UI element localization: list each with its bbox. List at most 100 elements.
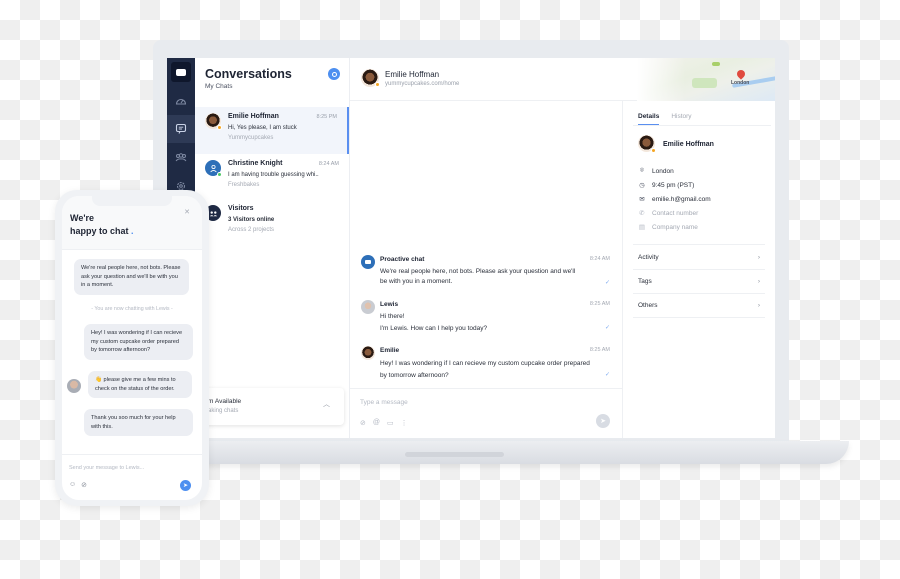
company-field[interactable]: ▤ Company name [638,223,698,232]
conversation-time: 8:24 AM [318,161,339,167]
chevron-up-icon[interactable]: ︿ [323,399,330,409]
composer-tools: ⊘ @ ▭ ⋮ [360,419,408,427]
section-tags[interactable]: Tags › [638,278,760,285]
location-pin-icon: ⌾ [640,167,644,174]
mail-icon: ✉ [639,196,645,203]
map-park [692,78,717,88]
map-pin-icon [735,68,747,80]
send-icon: ➤ [600,418,606,425]
section-activity[interactable]: Activity › [638,254,760,261]
close-icon[interactable]: ✕ [184,208,190,216]
section-label: Others [638,302,658,309]
email-value[interactable]: emilie.h@gmail.com [652,196,711,203]
section-others[interactable]: Others › [638,302,760,309]
visitors-icon[interactable] [167,144,195,172]
tab-details[interactable]: Details [638,113,660,125]
details-tabs: Details History [638,113,692,125]
my-chats-label[interactable]: My Chats [205,83,232,90]
attachment-icon[interactable]: ⊘ [81,481,87,489]
location-map: London [637,58,775,101]
search-icon [331,71,337,77]
chat-panel: Emilie Hoffman yummycupcakes.com/home Pr… [350,58,775,438]
conversation-item-christine[interactable]: Christine Knight 8:24 AM I am having tro… [195,154,349,201]
read-check-icon: ✓ [604,280,610,286]
visitor-bubble: Hey! I was wondering if I can recieve my… [84,324,193,360]
time-field: ◷ 9:45 pm (PST) [638,181,694,190]
message-input[interactable] [360,399,560,406]
laptop-notch [405,452,504,457]
widget-title-dot: . [131,226,134,236]
dashboard-icon[interactable] [167,87,195,115]
screen-share-icon[interactable]: ▭ [387,419,394,427]
status-dot [375,82,380,87]
widget-composer: Send your message to Lewis... ☺ ⊘ ➤ [62,454,202,500]
phone-field[interactable]: ✆ Contact number [638,209,699,218]
widget-title-line1: We're [70,213,94,223]
email-field: ✉ emilie.h@gmail.com [638,195,711,204]
agent-dashboard: Conversations My Chats Emilie Hoffman 8:… [167,58,775,438]
phone-notch [92,196,172,206]
chat-icon[interactable] [167,115,195,143]
phone-placeholder: Contact number [652,209,699,217]
message-text: Hey! I was wondering if I can recieve my… [380,360,590,379]
avatar [361,346,375,360]
conversation-name: Visitors [228,205,254,212]
proactive-chat-icon [361,255,375,269]
conversation-preview: I am having trouble guessing whi.. [228,172,319,178]
visitor-bubble: Thank you soo much for your help with th… [84,409,193,436]
conversation-project: Yummycupcakes [228,135,274,141]
emoji-icon[interactable]: ☺ [69,481,76,489]
widget-title: We're happy to chat . [70,212,150,238]
chevron-right-icon: › [757,254,760,261]
attachment-icon[interactable]: ⊘ [360,419,366,427]
map-label: London [731,80,750,86]
message-time: 8:24 AM [589,256,610,262]
conversations-panel: Conversations My Chats Emilie Hoffman 8:… [195,58,350,438]
contact-url[interactable]: yummycupcakes.com/home [385,81,459,87]
section-label: Activity [638,254,659,261]
tab-history[interactable]: History [671,113,691,125]
search-button[interactable] [328,68,340,80]
status-dot [651,148,656,153]
visitors-count: 3 Visitors online [228,217,275,223]
conversation-item-emilie[interactable]: Emilie Hoffman 8:25 PM Hi, Yes please, I… [195,107,349,154]
availability-subtitle: Taking chats [205,408,239,414]
phone-frame: We're happy to chat . ✕ We're real peopl… [55,190,209,506]
widget-message-input[interactable]: Send your message to Lewis... [69,465,144,471]
section-label: Tags [638,278,652,285]
clock-icon: ◷ [639,182,645,189]
status-dot [217,172,222,177]
app-logo[interactable] [171,62,191,82]
availability-title: I'm Available [205,398,242,405]
message-time: 8:25 AM [589,301,610,307]
message-sender: Proactive chat [380,256,425,263]
chevron-right-icon: › [757,302,760,309]
divider [633,293,765,294]
mention-icon[interactable]: @ [373,419,380,427]
system-message: - You are now chatting with Lewis - [91,306,173,312]
divider [633,125,771,126]
send-button[interactable]: ➤ [596,414,610,428]
map-park [712,62,720,66]
conversation-preview: Hi, Yes please, I am stuck [228,125,297,131]
conversation-time: 8:25 PM [316,114,337,120]
conversation-project: Freshbakes [228,182,260,188]
chat-message: Proactive chat 8:24 AM We're real people… [350,255,622,295]
more-icon[interactable]: ⋮ [401,419,408,427]
status-dot [217,125,222,130]
agent-avatar [67,379,81,393]
widget-send-button[interactable]: ➤ [180,480,191,491]
location-value: London [652,167,674,175]
conversations-title: Conversations [205,67,292,81]
message-text: I'm Lewis. How can I help you today? [380,325,488,332]
visitors-item[interactable]: Visitors 3 Visitors online Across 2 proj… [195,199,349,246]
chevron-right-icon: › [757,278,760,285]
availability-toggle[interactable]: I'm Available Taking chats ︿ [197,388,344,425]
message-text: We're real people here, not bots. Please… [380,268,576,285]
agent-bubble: 👋 please give me a few mins to check on … [88,371,192,398]
contact-name: Emilie Hoffman [385,70,440,79]
chat-message: Lewis 8:25 AM Hi there! I'm Lewis. How c… [350,300,622,340]
avatar [361,300,375,314]
details-panel: Details History Emilie Hoffman ⌾ London ◷… [622,101,775,438]
contact-name: Emilie Hoffman [663,141,714,148]
